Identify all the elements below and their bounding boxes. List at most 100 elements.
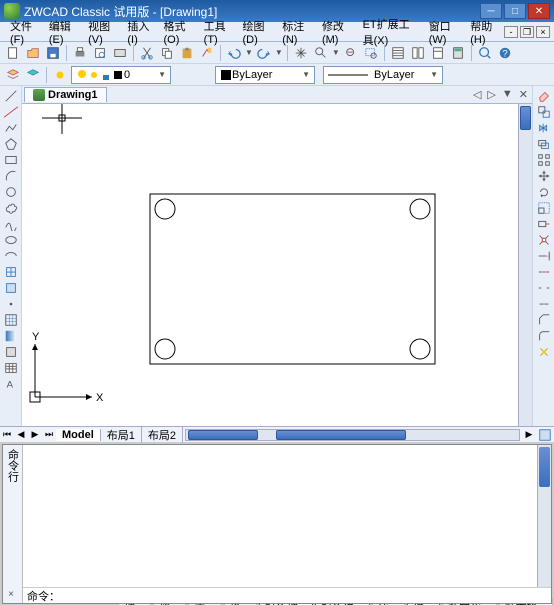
array-tool[interactable] (535, 152, 553, 167)
layout-extra-button[interactable] (536, 427, 554, 442)
scrollbar-thumb[interactable] (520, 106, 531, 130)
maximize-button[interactable]: □ (504, 3, 526, 19)
print-button[interactable] (71, 44, 89, 62)
ellipse-arc-tool[interactable] (2, 248, 20, 263)
scrollbar-thumb[interactable] (188, 430, 258, 440)
offset-tool[interactable] (535, 136, 553, 151)
mtext-tool[interactable]: A (2, 376, 20, 391)
close-button[interactable]: ✕ (528, 3, 550, 19)
hatch-tool[interactable] (2, 312, 20, 327)
construction-line-tool[interactable] (2, 104, 20, 119)
mdi-close-button[interactable]: × (536, 26, 550, 38)
command-vscrollbar[interactable] (537, 445, 551, 587)
command-prompt: 命令： (27, 588, 60, 604)
copy-button[interactable] (158, 44, 176, 62)
model-tab[interactable]: Model (56, 429, 101, 441)
undo-button[interactable] (225, 44, 243, 62)
revision-cloud-tool[interactable] (2, 200, 20, 215)
design-center-button[interactable] (409, 44, 427, 62)
stretch-tool[interactable] (535, 216, 553, 231)
tab-nav: ◁ ▷ ▼ ✕ (471, 88, 530, 101)
join-tool[interactable] (535, 296, 553, 311)
undo-dropdown-icon[interactable]: ▼ (245, 48, 253, 57)
tab-close-button[interactable]: ✕ (517, 88, 530, 101)
open-button[interactable] (24, 44, 42, 62)
arc-tool[interactable] (2, 168, 20, 183)
tool-palettes-button[interactable] (429, 44, 447, 62)
command-line[interactable]: 命令： (23, 587, 551, 603)
pan-button[interactable] (292, 44, 310, 62)
document-tab[interactable]: Drawing1 (24, 87, 107, 102)
layout2-tab[interactable]: 布局2 (142, 427, 183, 443)
insert-block-tool[interactable] (2, 264, 20, 279)
horizontal-scrollbar[interactable] (185, 429, 520, 441)
circle-tool[interactable] (2, 184, 20, 199)
tab-first-button[interactable]: ⏮ (0, 429, 14, 440)
tab-left-button[interactable]: ◀ (14, 429, 28, 440)
linetype-preview-icon (328, 72, 368, 78)
mdi-minimize-button[interactable]: - (504, 26, 518, 38)
calculator-button[interactable] (449, 44, 467, 62)
command-close-button[interactable]: × (5, 589, 17, 601)
zoom-window-button[interactable] (362, 44, 380, 62)
move-tool[interactable] (535, 168, 553, 183)
zoom-previous-button[interactable] (342, 44, 360, 62)
match-properties-button[interactable] (198, 44, 216, 62)
break-tool[interactable] (535, 280, 553, 295)
redo-dropdown-icon[interactable]: ▼ (275, 48, 283, 57)
extend-tool[interactable] (535, 248, 553, 263)
gradient-tool[interactable] (2, 328, 20, 343)
drawing-canvas[interactable]: Y X (22, 104, 518, 426)
zoom-button[interactable] (476, 44, 494, 62)
make-block-tool[interactable] (2, 280, 20, 295)
rectangle-tool[interactable] (2, 152, 20, 167)
layer-manager-button[interactable] (4, 66, 22, 84)
tab-prev-button[interactable]: ◁ (471, 88, 483, 101)
layer-dropdown[interactable]: 0 ▼ (71, 66, 171, 84)
mirror-tool[interactable] (535, 120, 553, 135)
layout1-tab[interactable]: 布局1 (101, 427, 142, 443)
scrollbar-thumb[interactable] (539, 447, 550, 487)
region-tool[interactable] (2, 344, 20, 359)
scroll-right-button[interactable]: ▶ (522, 429, 536, 440)
print-preview-button[interactable] (91, 44, 109, 62)
tab-next-button[interactable]: ▷ (485, 88, 497, 101)
erase-tool[interactable] (535, 88, 553, 103)
spline-tool[interactable] (2, 216, 20, 231)
trim-tool[interactable] (535, 232, 553, 247)
tab-last-button[interactable]: ⏭ (42, 429, 56, 440)
tab-right-button[interactable]: ▶ (28, 429, 42, 440)
zoom-realtime-button[interactable] (312, 44, 330, 62)
command-handle[interactable]: 命令行 (3, 445, 23, 603)
publish-button[interactable] (111, 44, 129, 62)
new-button[interactable] (4, 44, 22, 62)
help-button[interactable]: ? (496, 44, 514, 62)
redo-button[interactable] (255, 44, 273, 62)
paste-button[interactable] (178, 44, 196, 62)
line-tool[interactable] (2, 88, 20, 103)
vertical-scrollbar[interactable] (518, 104, 532, 426)
scrollbar-thumb[interactable] (276, 430, 406, 440)
ellipse-tool[interactable] (2, 232, 20, 247)
rotate-tool[interactable] (535, 184, 553, 199)
linetype-dropdown[interactable]: ByLayer ▼ (323, 66, 443, 84)
color-dropdown[interactable]: ByLayer ▼ (215, 66, 315, 84)
cut-button[interactable] (138, 44, 156, 62)
point-tool[interactable] (2, 296, 20, 311)
table-tool[interactable] (2, 360, 20, 375)
fillet-tool[interactable] (535, 328, 553, 343)
layer-state-button[interactable] (51, 66, 69, 84)
save-button[interactable] (44, 44, 62, 62)
layer-previous-button[interactable] (24, 66, 42, 84)
zoom-dropdown-icon[interactable]: ▼ (332, 48, 340, 57)
mdi-restore-button[interactable]: ❐ (520, 26, 534, 38)
chamfer-tool[interactable] (535, 312, 553, 327)
polygon-tool[interactable] (2, 136, 20, 151)
break-at-point-tool[interactable] (535, 264, 553, 279)
scale-tool[interactable] (535, 200, 553, 215)
copy-tool[interactable] (535, 104, 553, 119)
explode-tool[interactable] (535, 344, 553, 359)
properties-button[interactable] (389, 44, 407, 62)
polyline-tool[interactable] (2, 120, 20, 135)
tab-list-button[interactable]: ▼ (500, 88, 515, 101)
